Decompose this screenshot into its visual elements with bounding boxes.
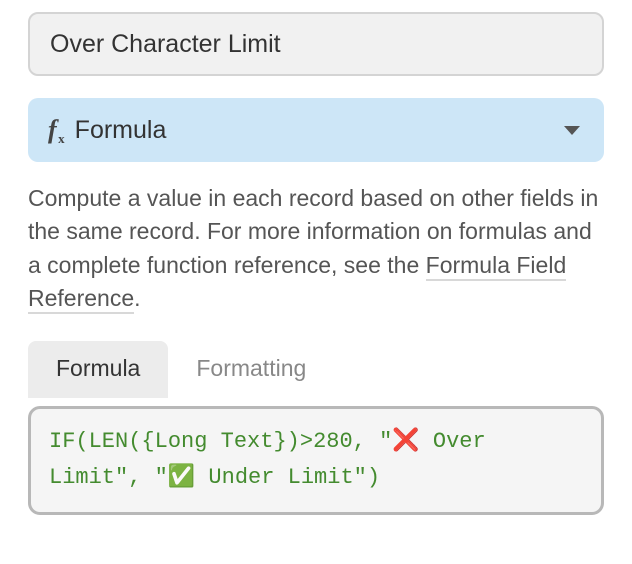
- field-type-description: Compute a value in each record based on …: [28, 182, 604, 315]
- formula-token-str: ": [115, 465, 128, 490]
- formula-token-paren: ): [367, 465, 380, 490]
- description-text-after: .: [134, 285, 140, 311]
- editor-tabs: Formula Formatting: [28, 341, 604, 398]
- field-name-input[interactable]: [28, 12, 604, 76]
- tab-formula[interactable]: Formula: [28, 341, 168, 398]
- formula-token-str: ": [379, 429, 392, 454]
- formula-token-comma: ,: [353, 429, 379, 454]
- formula-token-paren: (: [75, 429, 88, 454]
- formula-token-str: ": [155, 465, 168, 490]
- formula-token-fn: LEN: [89, 429, 129, 454]
- formula-token-str: ": [354, 465, 367, 490]
- field-type-select[interactable]: f Formula: [28, 98, 604, 162]
- field-type-label: Formula: [75, 116, 167, 145]
- formula-token-num: 280: [313, 429, 353, 454]
- cross-mark-icon: ❌: [392, 427, 419, 452]
- formula-token-field: {Long Text}: [141, 429, 286, 454]
- formula-token-str: Under Limit: [195, 465, 353, 490]
- formula-token-fn: IF: [49, 429, 75, 454]
- check-mark-icon: ✅: [168, 463, 195, 488]
- formula-token-paren: (: [128, 429, 141, 454]
- chevron-down-icon: [564, 126, 580, 135]
- tab-formatting[interactable]: Formatting: [168, 341, 334, 398]
- formula-fx-icon: f: [48, 117, 57, 143]
- formula-editor[interactable]: IF(LEN({Long Text})>280, "❌ Over Limit",…: [28, 406, 604, 514]
- formula-token-paren: ): [287, 429, 300, 454]
- formula-token-op: >: [300, 429, 313, 454]
- formula-token-comma: ,: [128, 465, 154, 490]
